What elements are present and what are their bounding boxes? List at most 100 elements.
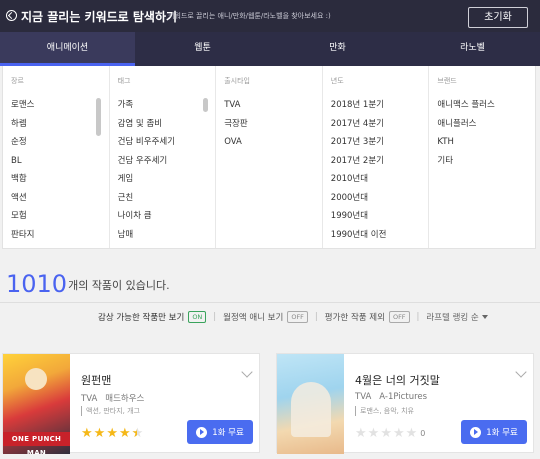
separator: | (416, 312, 420, 322)
filter-option[interactable]: 애니맥스 플러스 (437, 96, 494, 115)
result-count: 1010개의 작품이 있습니다. (6, 270, 170, 298)
chevron-down-icon[interactable] (515, 366, 527, 378)
toggle-off-badge[interactable]: OFF (388, 311, 410, 323)
filter-option[interactable]: 1990년대 (331, 207, 387, 226)
rating-value: 0 (420, 429, 426, 438)
filter-option[interactable]: 2010년대 (331, 170, 387, 189)
header-hint: 키워드로 끌리는 애니/만화/웹툰/라노벨을 찾아보세요 :) (168, 12, 331, 20)
filter-heading-tag: 태그 (117, 77, 131, 85)
card-title[interactable]: 원펀맨 (81, 372, 111, 388)
monthly-anime-toggle[interactable]: 월정액 애니 보기 OFF (223, 311, 308, 323)
filter-option[interactable]: 백합 (11, 170, 34, 189)
separator: | (314, 312, 318, 322)
poster-image[interactable] (277, 354, 344, 454)
star-empty-icon: ★ (392, 426, 405, 441)
filter-option[interactable]: 건담 우주세기 (118, 152, 175, 171)
filter-option[interactable]: 나이차 큼 (118, 207, 175, 226)
star-empty-icon: ★ (405, 426, 418, 441)
filter-option[interactable]: 2018년 1분기 (331, 96, 387, 115)
star-empty-icon: ★ (355, 426, 367, 441)
poster-image[interactable]: ONE PUNCH MAN (3, 354, 70, 454)
card-studio: 매드하우스 (105, 394, 145, 404)
filter-options-row: 감상 가능한 작품만 보기 ON | 월정액 애니 보기 OFF | 평가한 작… (98, 311, 488, 323)
filter-option[interactable]: 로맨스 (11, 96, 34, 115)
watch-free-label: 1화 무료 (486, 428, 518, 438)
filter-option[interactable]: KTH (437, 133, 494, 152)
filter-option[interactable]: 판타지 (11, 226, 34, 245)
watchable-only-toggle[interactable]: 감상 가능한 작품만 보기 ON (98, 311, 207, 323)
filter-option[interactable]: 건담 비우주세기 (118, 133, 175, 152)
genre-scrollbar[interactable] (96, 98, 101, 136)
star-full-icon: ★ (106, 426, 118, 441)
poster-logo-text: ONE PUNCH MAN (3, 432, 70, 454)
filter-option[interactable]: 감염 및 좀비 (118, 115, 175, 134)
star-full-icon: ★ (93, 426, 106, 441)
filter-option[interactable]: 2000년대 (331, 189, 387, 208)
filter-option[interactable]: 애니플러스 (437, 115, 494, 134)
monthly-anime-label: 월정액 애니 보기 (223, 313, 284, 323)
filter-column-brand: 브랜드 애니맥스 플러스 애니플러스 KTH 기타 (429, 66, 535, 248)
result-count-number: 1010 (6, 270, 68, 298)
filter-option[interactable]: 극장판 (224, 115, 247, 134)
card-title[interactable]: 4월은 너의 거짓말 (355, 372, 440, 388)
sort-dropdown[interactable]: 라프텔 랭킹 순 (426, 311, 488, 323)
header-bar: 지금 끌리는 키워드로 탐색하기 키워드로 끌리는 애니/만화/웹툰/라노벨을 … (0, 0, 540, 32)
star-rating[interactable]: ★ ★ ★ ★ ★ (81, 427, 146, 440)
filter-column-type: 출시타입 TVA 극장판 OVA (216, 66, 323, 248)
filter-heading-type: 출시타입 (224, 77, 250, 85)
card-studio: A-1Pictures (379, 392, 428, 402)
header-title: 지금 끌리는 키워드로 탐색하기 (21, 10, 178, 24)
tab-animation[interactable]: 애니메이션 (0, 32, 135, 66)
anime-card[interactable]: 4월은 너의 거짓말 TVA A-1Pictures 로맨스, 음악, 치유 ★ … (276, 353, 534, 454)
separator: | (213, 312, 217, 322)
toggle-off-badge[interactable]: OFF (287, 311, 308, 323)
toggle-on-badge[interactable]: ON (188, 311, 207, 323)
watch-free-button[interactable]: 1화 무료 (461, 420, 527, 444)
tab-comics[interactable]: 만화 (270, 32, 405, 66)
star-full-icon: ★ (81, 426, 93, 441)
filter-option[interactable]: 게임 (118, 170, 175, 189)
play-icon (196, 426, 208, 438)
filter-option[interactable]: TVA (224, 96, 247, 115)
card-meta: TVA A-1Pictures (355, 392, 427, 402)
watch-free-button[interactable]: 1화 무료 (187, 420, 253, 444)
filter-option[interactable]: 기타 (437, 152, 494, 171)
filter-option[interactable]: 액션 (11, 189, 34, 208)
card-type: TVA (81, 394, 98, 404)
filter-option[interactable]: OVA (224, 133, 247, 152)
filter-column-tag: 태그 가족 감염 및 좀비 건담 비우주세기 건담 우주세기 게임 근친 나이차… (110, 66, 217, 248)
chevron-down-icon[interactable] (241, 366, 253, 378)
reset-button[interactable]: 초기화 (468, 7, 528, 28)
filter-option[interactable]: 2017년 4분기 (331, 115, 387, 134)
filter-option[interactable]: 모험 (11, 207, 34, 226)
filter-option[interactable]: 근친 (118, 189, 175, 208)
card-tags: 액션, 판타지, 개그 (81, 406, 140, 416)
back-circle-icon[interactable] (6, 10, 17, 21)
tag-scrollbar[interactable] (202, 98, 208, 112)
result-count-suffix: 개의 작품이 있습니다. (68, 279, 170, 292)
filter-column-genre: 장르 로맨스 하렘 순정 BL 백합 액션 모험 판타지 (3, 66, 110, 248)
filter-option[interactable]: 2017년 2분기 (331, 152, 387, 171)
anime-card[interactable]: ONE PUNCH MAN 원펀맨 TVA 매드하우스 액션, 판타지, 개그 ★… (2, 353, 260, 454)
tab-light-novel[interactable]: 라노벨 (405, 32, 540, 66)
filter-option[interactable]: 1990년대 이전 (331, 226, 387, 245)
filter-option[interactable]: 남매 (118, 226, 175, 245)
exclude-rated-toggle[interactable]: 평가한 작품 제외 OFF (325, 311, 410, 323)
filter-option[interactable]: BL (11, 152, 34, 171)
star-rating[interactable]: ★ ★ ★ ★ ★ 0 (355, 427, 425, 440)
filter-heading-brand: 브랜드 (437, 77, 457, 85)
filter-column-year: 년도 2018년 1분기 2017년 4분기 2017년 3분기 2017년 2… (323, 66, 430, 248)
filter-option[interactable]: 가족 (118, 96, 175, 115)
filter-option[interactable]: 하렘 (11, 115, 34, 134)
card-meta: TVA 매드하우스 (81, 392, 144, 404)
exclude-rated-label: 평가한 작품 제외 (324, 313, 385, 323)
divider (0, 302, 540, 303)
tab-webtoon[interactable]: 웹툰 (135, 32, 270, 66)
filter-option[interactable]: 순정 (11, 133, 34, 152)
poster-figure (25, 368, 47, 390)
filter-option[interactable]: 2017년 3분기 (331, 133, 387, 152)
watchable-only-label: 감상 가능한 작품만 보기 (98, 313, 185, 323)
poster-figure (291, 382, 331, 437)
card-tags: 로맨스, 음악, 치유 (355, 406, 414, 416)
star-full-icon: ★ (118, 426, 131, 441)
